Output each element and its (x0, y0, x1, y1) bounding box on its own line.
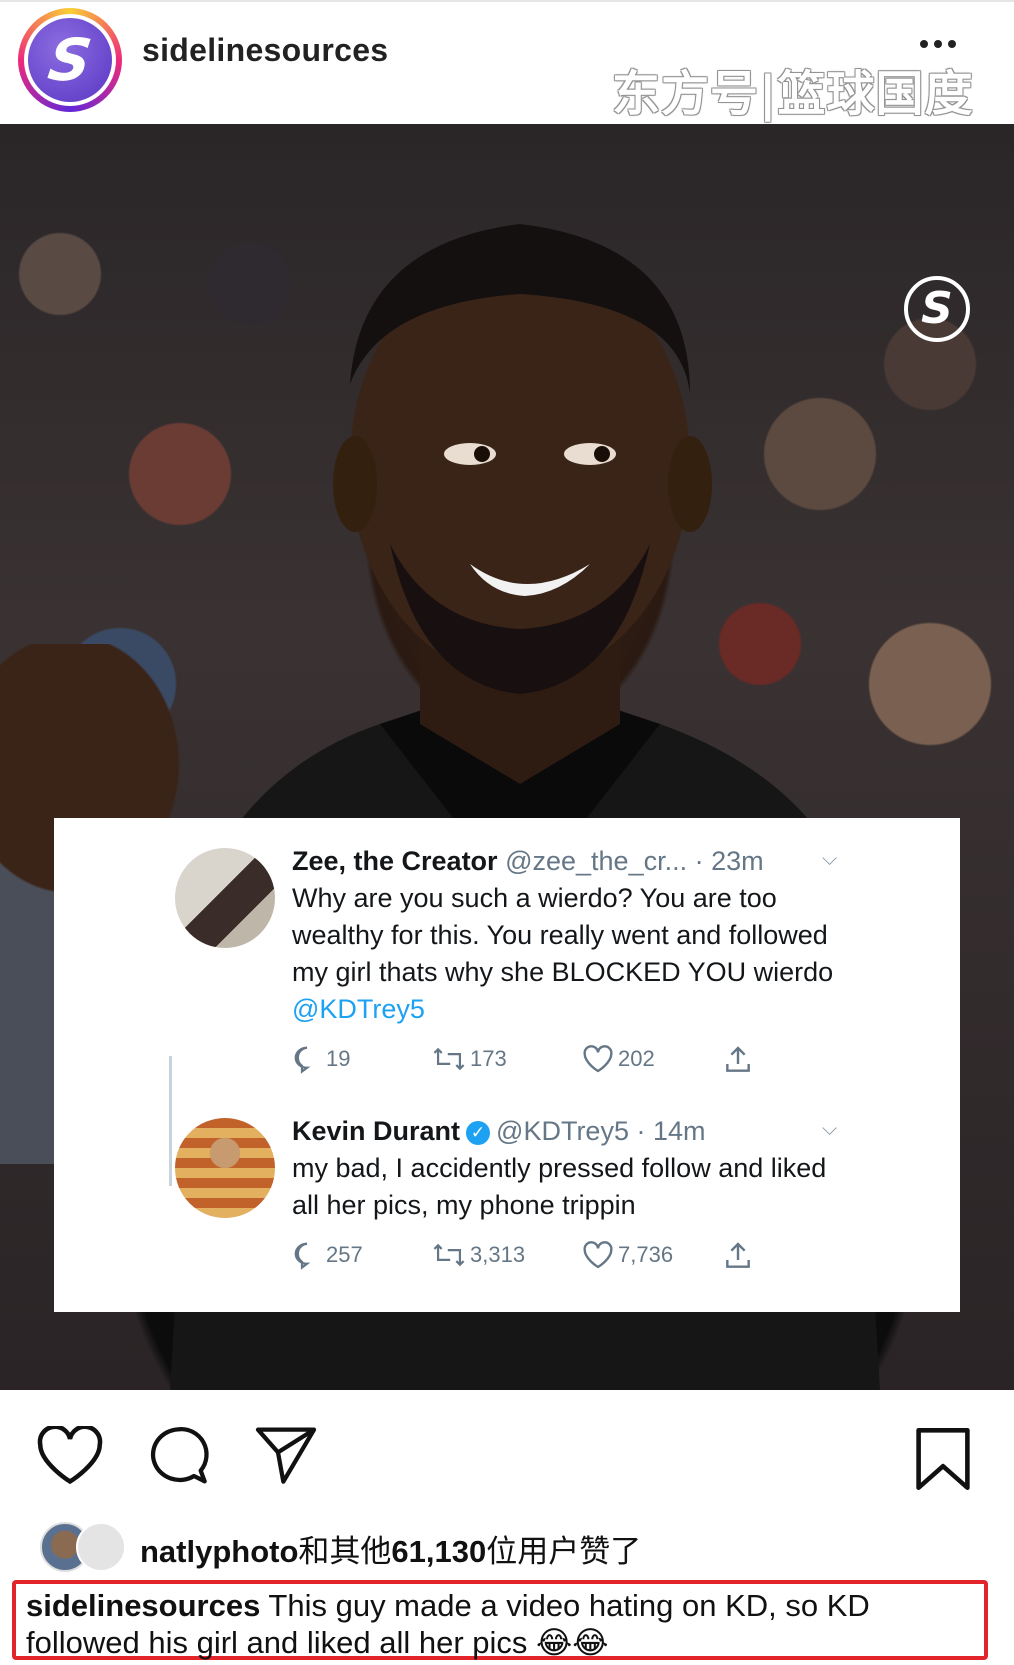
like-count: 202 (618, 1046, 655, 1071)
like-icon (583, 1241, 613, 1269)
avatar-letter: S (44, 26, 96, 94)
mention-link[interactable]: @KDTrey5 (292, 994, 425, 1024)
likes-row: natlyphoto和其他61,130位用户赞了 (40, 1522, 1000, 1572)
chevron-down-icon[interactable]: ⌵ (822, 848, 837, 871)
share-action[interactable] (722, 1044, 754, 1076)
retweet-icon (433, 1047, 465, 1071)
share-action[interactable] (722, 1240, 754, 1272)
tweet-handle[interactable]: @KDTrey5 (496, 1116, 629, 1146)
liker-avatar[interactable] (76, 1522, 126, 1572)
tweet-display-name[interactable]: Zee, the Creator (292, 846, 498, 876)
tweet-actions: 257 3,313 7,736 (292, 1240, 832, 1274)
profile-avatar[interactable]: S (18, 8, 122, 112)
comment-icon[interactable] (146, 1424, 210, 1488)
chevron-down-icon[interactable]: ⌵ (822, 1118, 837, 1141)
tweet-header: Kevin Durant ✓ @KDTrey5 · 14m (292, 1116, 706, 1147)
tweet-actions: 19 173 202 (292, 1044, 832, 1078)
likes-summary[interactable]: natlyphoto和其他61,130位用户赞了 (140, 1526, 641, 1571)
heart-icon[interactable] (36, 1426, 104, 1486)
more-horizontal-icon[interactable] (920, 40, 956, 48)
tweet-avatar-kd[interactable] (175, 1118, 275, 1218)
retweet-count: 173 (470, 1046, 507, 1071)
likes-count: 61,130 (391, 1534, 487, 1569)
tweet-handle[interactable]: @zee_the_cr... (505, 846, 687, 876)
tweet-time: · 23m (694, 846, 764, 876)
share-icon[interactable] (254, 1424, 318, 1486)
share-up-icon (726, 1242, 750, 1268)
post-header: S sidelinesources 东方号|篮球国度 (0, 0, 1014, 126)
like-count: 7,736 (618, 1242, 674, 1267)
reply-action[interactable]: 257 (292, 1240, 363, 1270)
retweet-icon (433, 1243, 465, 1267)
watermark-text: 东方号|篮球国度 (612, 66, 974, 122)
likes-text-suffix: 位用户赞了 (486, 1534, 642, 1570)
retweet-action[interactable]: 173 (432, 1044, 507, 1074)
tweet-text: my bad, I accidently pressed follow and … (292, 1153, 827, 1220)
reply-icon (294, 1046, 311, 1074)
post-caption: sidelinesources This guy made a video ha… (26, 1587, 976, 1662)
post-action-bar (0, 1390, 1014, 1500)
verified-badge-icon: ✓ (466, 1121, 491, 1145)
like-action[interactable]: 7,736 (582, 1240, 673, 1270)
likes-text-others: 和其他 (298, 1534, 392, 1570)
liker-username: natlyphoto (140, 1534, 299, 1569)
caption-username[interactable]: sidelinesources (26, 1588, 260, 1623)
retweet-count: 3,313 (470, 1242, 526, 1267)
reply-action[interactable]: 19 (292, 1044, 350, 1074)
sidelinesources-logo: S (904, 276, 970, 342)
tweet-header: Zee, the Creator @zee_the_cr... · 23m (292, 846, 764, 877)
tweet-time: · 14m (636, 1116, 706, 1146)
reply-icon (294, 1242, 311, 1270)
share-up-icon (726, 1046, 750, 1072)
tweet-avatar-zee[interactable] (175, 848, 275, 948)
thread-connector-line (169, 1056, 172, 1186)
bookmark-icon[interactable] (914, 1426, 972, 1492)
reply-count: 19 (326, 1046, 351, 1071)
tweet-text: Why are you such a wierdo? You are too w… (292, 883, 834, 1024)
laughing-emoji-icon: 😂😂 (536, 1625, 609, 1661)
like-icon (583, 1045, 613, 1073)
retweet-action[interactable]: 3,313 (432, 1240, 525, 1270)
like-action[interactable]: 202 (582, 1044, 655, 1074)
tweet-display-name[interactable]: Kevin Durant (292, 1116, 460, 1146)
reply-count: 257 (326, 1242, 363, 1267)
post-username[interactable]: sidelinesources (142, 32, 388, 69)
